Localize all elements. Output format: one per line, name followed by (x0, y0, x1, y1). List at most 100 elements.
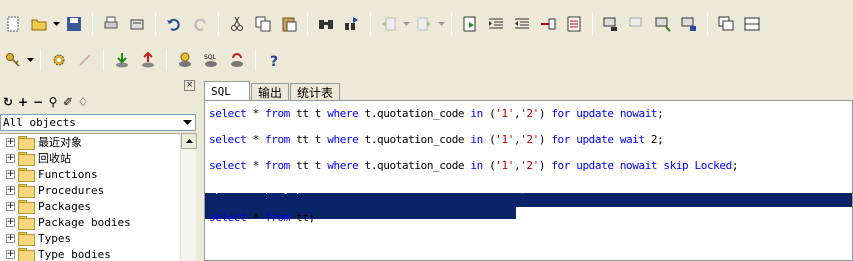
expand-icon[interactable]: + (6, 217, 15, 227)
go-back-icon[interactable] (378, 13, 400, 35)
cut-icon[interactable] (226, 13, 248, 35)
tree-item-packages[interactable]: + Packages (0, 198, 180, 214)
code-line-selected: update deployop.tt t set t.a = 'X' where… (209, 182, 527, 195)
expand-icon[interactable]: + (6, 153, 15, 163)
expand-icon[interactable]: + (6, 169, 15, 179)
folder-icon (18, 152, 35, 166)
refresh-db-icon[interactable] (226, 49, 248, 71)
tree-item-type-bodies[interactable]: + Type bodies (0, 246, 180, 261)
filter-icon[interactable]: ♢ (77, 95, 89, 109)
object-filter-value: All objects (3, 116, 76, 129)
redo-icon[interactable] (189, 13, 211, 35)
session-icon[interactable] (600, 13, 622, 35)
tree-scrollbar[interactable] (180, 133, 197, 261)
code-line: select * from tt t where t.quotation_cod… (209, 133, 664, 146)
disconnect-icon[interactable] (626, 13, 648, 35)
copy-icon[interactable] (252, 13, 274, 35)
tree-item-recent-objects[interactable]: + 最近对象 (0, 134, 180, 150)
edit-icon[interactable]: ✐ (62, 95, 74, 109)
tree-item-types[interactable]: + Types (0, 230, 180, 246)
expand-icon[interactable]: + (6, 201, 15, 211)
open-icon[interactable] (28, 13, 50, 35)
sql-icon[interactable]: SQL (200, 49, 222, 71)
tree-item-label: Packages (38, 199, 91, 213)
find-icon[interactable] (315, 13, 337, 35)
options-icon[interactable] (48, 49, 70, 71)
close-panel-button[interactable]: × (184, 80, 195, 91)
separator (255, 49, 256, 71)
editor-tabs: SQL 输出 统计表 (204, 81, 341, 101)
main-toolbar (0, 7, 853, 41)
folder-icon (18, 248, 35, 261)
broken-icon[interactable] (74, 49, 96, 71)
folder-icon (18, 200, 35, 214)
go-forward-icon[interactable] (413, 13, 435, 35)
tab-statistics[interactable]: 统计表 (290, 83, 341, 100)
uncomment-icon[interactable] (563, 13, 585, 35)
db-icon[interactable] (174, 49, 196, 71)
object-browser-panel: × ↻ + − ⚲ ✐ ♢ All objects + 最近对象 + 回收站 + Fu… (0, 79, 198, 261)
expand-icon[interactable]: + (6, 233, 15, 243)
open-dropdown[interactable] (52, 13, 61, 35)
scroll-up-icon[interactable] (181, 133, 197, 149)
tab-output[interactable]: 输出 (251, 83, 290, 100)
tab-sql[interactable]: SQL (204, 81, 250, 101)
help-icon[interactable]: ? (263, 49, 285, 71)
log-on-icon[interactable] (652, 13, 674, 35)
chevron-down-icon[interactable] (180, 115, 195, 130)
print-icon[interactable] (100, 13, 122, 35)
remove-icon[interactable]: − (32, 95, 44, 109)
separator (370, 13, 371, 35)
separator (592, 13, 593, 35)
tree-item-label: Types (38, 231, 72, 245)
execute-icon[interactable] (459, 13, 481, 35)
object-filter-select[interactable]: All objects (0, 114, 196, 131)
tree-item-functions[interactable]: + Functions (0, 166, 180, 182)
log-off-icon[interactable] (678, 13, 700, 35)
go-back-dropdown[interactable] (402, 13, 411, 35)
svg-text:SQL: SQL (204, 54, 217, 61)
code-line: select * from tt t where t.quotation_cod… (209, 107, 664, 120)
separator (166, 49, 167, 71)
unindent-icon[interactable] (511, 13, 533, 35)
tree-item-label: Functions (38, 167, 98, 181)
code-line: select * from tt t where t.quotation_cod… (209, 159, 739, 172)
indent-icon[interactable] (485, 13, 507, 35)
tree-item-package-bodies[interactable]: + Package bodies (0, 214, 180, 230)
comment-icon[interactable] (537, 13, 559, 35)
find-icon[interactable]: ⚲ (47, 95, 59, 109)
print-preview-icon[interactable] (126, 13, 148, 35)
tree-item-label: 最近对象 (38, 136, 82, 149)
tile-icon[interactable] (741, 13, 763, 35)
expand-icon[interactable]: + (6, 249, 15, 259)
object-tree: + 最近对象 + 回收站 + Functions + Procedures + Packa… (0, 133, 180, 261)
sql-editor[interactable]: select * from tt t where t.quotation_cod… (204, 100, 853, 261)
tree-item-label: Procedures (38, 183, 105, 197)
separator (307, 13, 308, 35)
expand-icon[interactable]: + (6, 137, 15, 147)
key-dropdown[interactable] (26, 49, 35, 71)
import-icon[interactable] (111, 49, 133, 71)
paste-icon[interactable] (278, 13, 300, 35)
separator (218, 13, 219, 35)
go-forward-dropdown[interactable] (437, 13, 446, 35)
folder-icon (18, 216, 35, 230)
tree-item-recycle-bin[interactable]: + 回收站 (0, 150, 180, 166)
save-icon[interactable] (63, 13, 85, 35)
add-icon[interactable]: + (17, 95, 29, 109)
window-list-icon[interactable] (715, 13, 737, 35)
tree-item-procedures[interactable]: + Procedures (0, 182, 180, 198)
new-icon[interactable] (2, 13, 24, 35)
find-next-icon[interactable] (341, 13, 363, 35)
expand-icon[interactable]: + (6, 185, 15, 195)
separator (451, 13, 452, 35)
key-icon[interactable] (2, 49, 24, 71)
refresh-icon[interactable]: ↻ (2, 95, 14, 109)
export-icon[interactable] (137, 49, 159, 71)
separator (155, 13, 156, 35)
separator (92, 13, 93, 35)
object-browser-toolbar: ↻ + − ⚲ ✐ ♢ (2, 94, 92, 110)
folder-icon (18, 232, 35, 246)
undo-icon[interactable] (163, 13, 185, 35)
tree-item-label: Package bodies (38, 215, 131, 229)
